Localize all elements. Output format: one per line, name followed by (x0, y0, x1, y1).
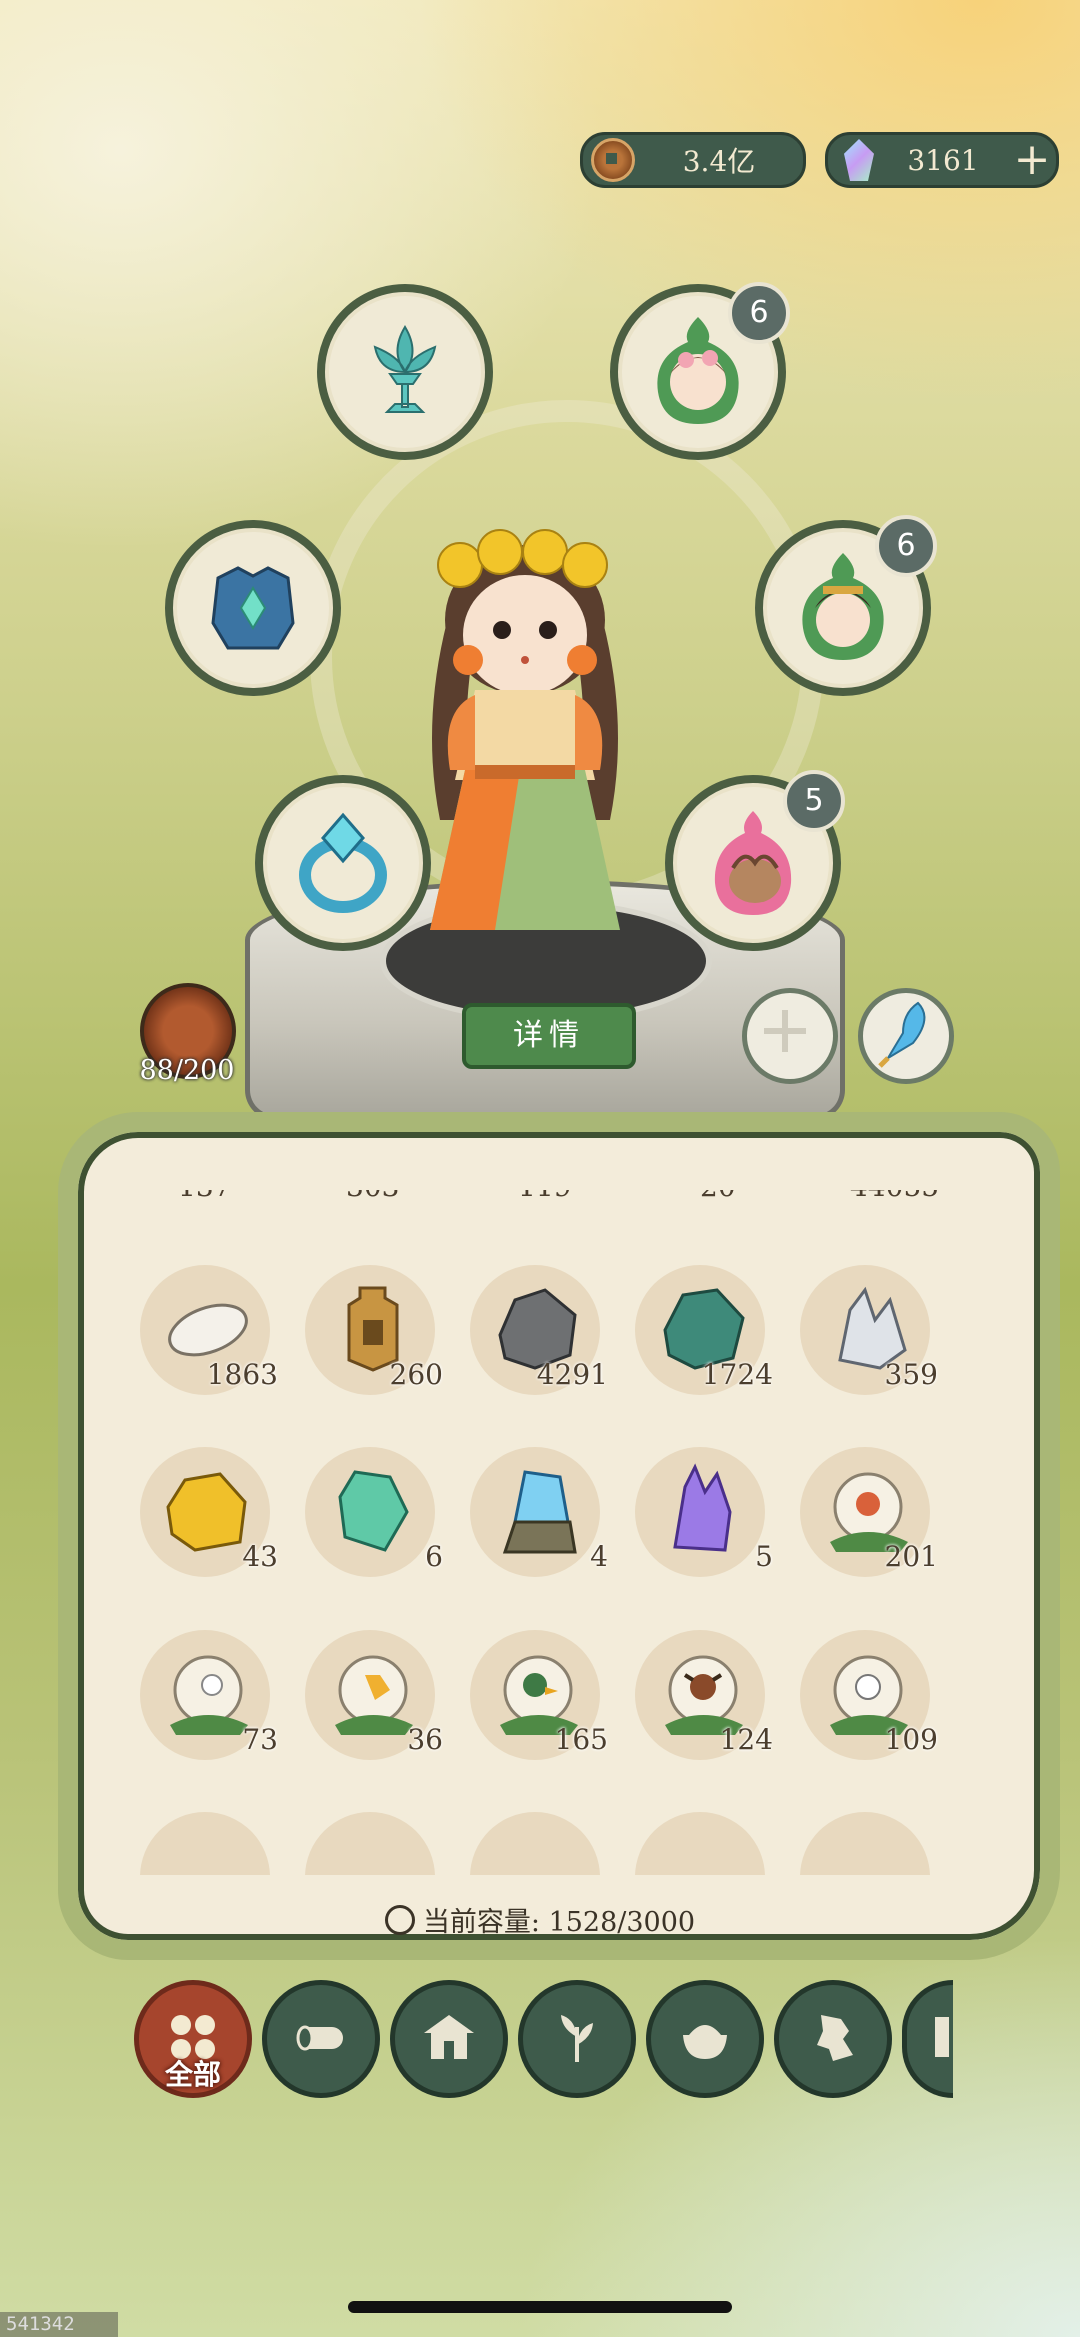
pet-level-badge: 5 (783, 770, 845, 832)
list-item[interactable]: 73 (130, 1620, 280, 1770)
list-item-count: 20 (700, 1190, 736, 1203)
blue-crystal-icon (502, 1470, 577, 1554)
list-item[interactable] (790, 1802, 940, 1875)
gem-balance[interactable]: 3161 + (825, 132, 1059, 188)
list-item[interactable]: 4 (460, 1437, 610, 1587)
plus-icon (764, 1010, 806, 1052)
hero-count: 88/200 (139, 1055, 235, 1086)
coin-amount: 3.4亿 (682, 145, 756, 178)
capacity-label: 当前容量: 1528/3000 (0, 1900, 1080, 1939)
tab-building[interactable] (390, 1980, 508, 2098)
copper-coin-icon (591, 138, 635, 182)
item-count: 4 (590, 1540, 608, 1573)
list-item[interactable]: 165 (460, 1620, 610, 1770)
purple-crystal-icon (673, 1463, 732, 1552)
scroll-icon (935, 2017, 949, 2057)
white-bird-egg-icon (170, 1655, 248, 1735)
inventory-grid[interactable]: 137 303 119 20 44055 1863 260 4291 1724 … (70, 1190, 970, 1875)
list-item[interactable]: 201 (790, 1437, 940, 1587)
list-item-count: 137 (178, 1190, 231, 1203)
tab-all-label: 全部 (164, 2058, 221, 2091)
coin-balance[interactable]: 3.4亿 (580, 132, 806, 188)
house-icon (424, 2015, 474, 2059)
add-slot-button[interactable] (742, 988, 838, 1084)
item-count: 1863 (206, 1358, 278, 1391)
list-item-count: 303 (346, 1190, 399, 1203)
ring-icon (299, 812, 387, 913)
spirit-2-level-badge: 6 (875, 515, 937, 577)
gem-icon (844, 139, 874, 181)
feather-fan-button[interactable] (858, 988, 954, 1084)
item-count: 43 (242, 1540, 278, 1573)
item-count: 1724 (701, 1358, 773, 1391)
armor-icon (211, 566, 295, 650)
list-item[interactable] (130, 1802, 280, 1875)
item-count: 36 (407, 1723, 443, 1756)
item-count: 124 (719, 1723, 773, 1756)
list-item[interactable] (295, 1802, 445, 1875)
list-item[interactable]: 109 (790, 1620, 940, 1770)
capacity-text: 当前容量: 1528/3000 (422, 1907, 696, 1938)
item-count: 201 (884, 1540, 938, 1573)
list-item[interactable]: 5 (625, 1437, 775, 1587)
watermark: 541342 (0, 2312, 118, 2337)
tab-wood[interactable] (262, 1980, 380, 2098)
list-item-count: 44055 (850, 1190, 939, 1203)
item-count: 109 (884, 1723, 938, 1756)
list-item[interactable]: 359 (790, 1255, 940, 1405)
item-count: 5 (755, 1540, 773, 1573)
spirit-1-level-badge: 6 (728, 282, 790, 344)
details-button[interactable]: 详情 (462, 1003, 636, 1069)
goose-egg-icon (335, 1655, 413, 1735)
herb-icon (561, 2015, 593, 2062)
item-count: 4291 (536, 1358, 608, 1391)
gem-amount: 3161 (907, 143, 979, 177)
list-item[interactable] (625, 1802, 775, 1875)
plus-icon[interactable]: + (1012, 138, 1052, 182)
list-item[interactable]: 6 (295, 1437, 445, 1587)
tab-food[interactable] (646, 1980, 764, 2098)
map-icon (817, 2015, 853, 2061)
list-item[interactable]: 1863 (130, 1255, 280, 1405)
lotus-lamp-icon (373, 325, 437, 413)
gold-ore-icon (166, 1472, 247, 1552)
slot-lotus-lamp[interactable] (317, 284, 493, 460)
tab-herb[interactable] (518, 1980, 636, 2098)
list-item[interactable]: 43 (130, 1437, 280, 1587)
jade-icon (338, 1470, 409, 1552)
item-count: 6 (425, 1540, 443, 1573)
item-count: 359 (884, 1358, 938, 1391)
item-count: 165 (554, 1723, 608, 1756)
feather-fan-icon (878, 1001, 926, 1068)
list-item[interactable]: 1724 (625, 1255, 775, 1405)
item-count: 260 (389, 1358, 443, 1391)
list-item[interactable]: 36 (295, 1620, 445, 1770)
item-count: 73 (242, 1723, 278, 1756)
list-item[interactable]: 124 (625, 1620, 775, 1770)
home-indicator[interactable] (348, 2301, 732, 2313)
tab-map[interactable] (774, 1980, 892, 2098)
list-item[interactable]: 4291 (460, 1255, 610, 1405)
capacity-icon (384, 1905, 415, 1935)
log-icon (296, 2025, 343, 2051)
tab-scroll[interactable] (902, 1980, 953, 2098)
slot-ring[interactable] (255, 775, 431, 951)
list-item[interactable]: 260 (295, 1255, 445, 1405)
list-item-count: 119 (518, 1190, 571, 1203)
partial-row: 137 303 119 20 44055 (70, 1190, 970, 1210)
rice-bowl-icon (683, 2025, 727, 2059)
list-item[interactable] (460, 1802, 610, 1875)
slot-armor[interactable] (165, 520, 341, 696)
